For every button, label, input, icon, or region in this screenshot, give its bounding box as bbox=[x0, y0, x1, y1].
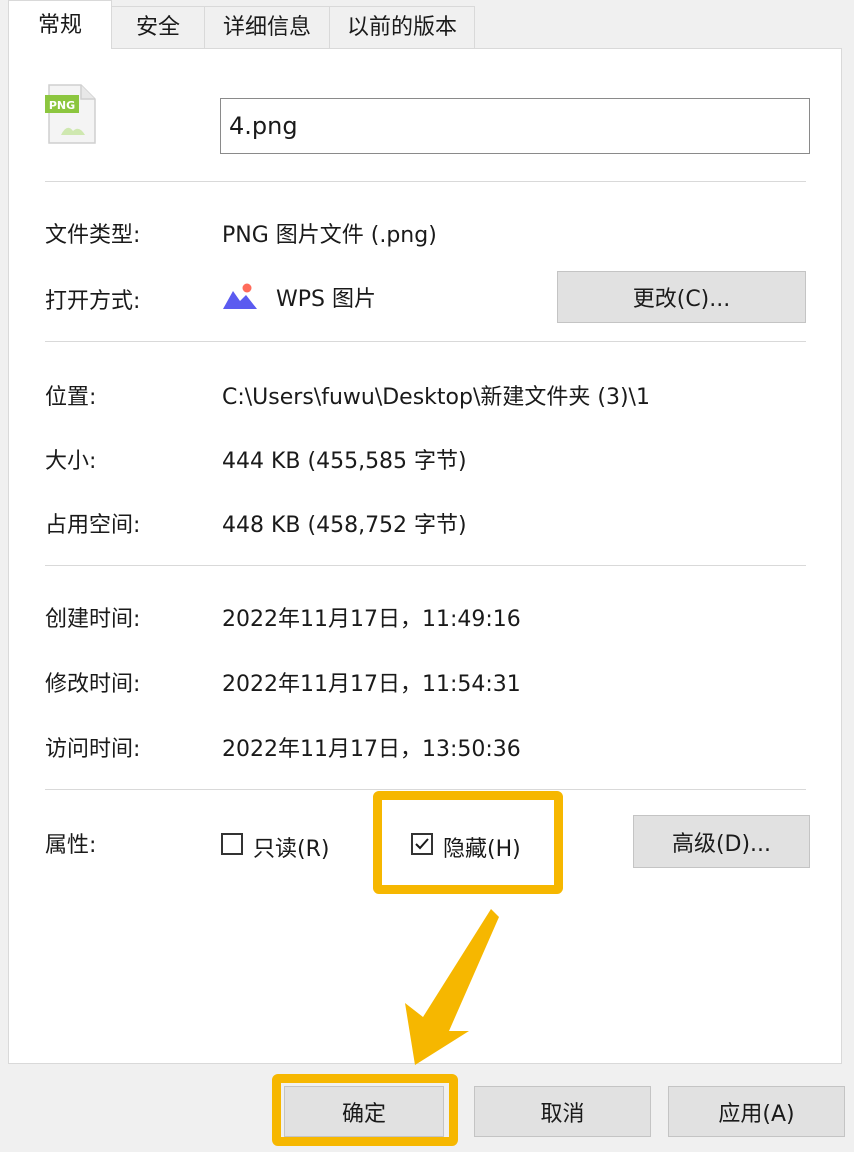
png-file-icon: PNG bbox=[43, 83, 99, 145]
tab-general[interactable]: 常规 bbox=[8, 0, 112, 49]
hidden-highlight-box bbox=[373, 791, 563, 894]
attributes-label: 属性: bbox=[45, 833, 97, 858]
readonly-label[interactable]: 只读(R) bbox=[253, 831, 329, 863]
separator bbox=[45, 181, 806, 182]
open-with-app: WPS 图片 bbox=[276, 287, 376, 312]
size-label: 大小: bbox=[45, 449, 97, 474]
separator bbox=[45, 565, 806, 566]
created-value: 2022年11月17日，11:49:16 bbox=[222, 607, 521, 632]
separator bbox=[45, 341, 806, 342]
cancel-button[interactable]: 取消 bbox=[474, 1086, 651, 1137]
location-value: C:\Users\fuwu\Desktop\新建文件夹 (3)\1 bbox=[222, 385, 650, 410]
modified-label: 修改时间: bbox=[45, 672, 141, 697]
ok-highlight-box bbox=[272, 1074, 458, 1146]
location-label: 位置: bbox=[45, 385, 97, 410]
general-panel: PNG 文件类型: PNG 图片文件 (.png) 打开方式: WPS 图片 更… bbox=[8, 48, 842, 1065]
size-on-disk-value: 448 KB (458,752 字节) bbox=[222, 513, 467, 538]
accessed-label: 访问时间: bbox=[45, 737, 141, 762]
file-type-label: 文件类型: bbox=[45, 223, 141, 248]
wps-picture-icon bbox=[222, 281, 258, 311]
tab-details[interactable]: 详细信息 bbox=[204, 6, 330, 48]
svg-text:PNG: PNG bbox=[49, 99, 75, 112]
tab-bar: 常规 安全 详细信息 以前的版本 bbox=[8, 0, 854, 49]
tab-previous-versions[interactable]: 以前的版本 bbox=[329, 6, 475, 48]
separator bbox=[45, 789, 806, 790]
open-with-label: 打开方式: bbox=[45, 289, 141, 314]
created-label: 创建时间: bbox=[45, 607, 141, 632]
modified-value: 2022年11月17日，11:54:31 bbox=[222, 672, 521, 697]
file-name-input[interactable] bbox=[220, 98, 810, 154]
advanced-button[interactable]: 高级(D)... bbox=[633, 815, 810, 868]
apply-button[interactable]: 应用(A) bbox=[668, 1086, 845, 1137]
readonly-checkbox[interactable] bbox=[221, 833, 243, 855]
accessed-value: 2022年11月17日，13:50:36 bbox=[222, 737, 521, 762]
size-on-disk-label: 占用空间: bbox=[45, 513, 141, 538]
change-app-button[interactable]: 更改(C)... bbox=[557, 271, 806, 323]
size-value: 444 KB (455,585 字节) bbox=[222, 449, 467, 474]
file-type-value: PNG 图片文件 (.png) bbox=[222, 223, 437, 248]
tab-security[interactable]: 安全 bbox=[111, 6, 205, 48]
arrow-annotation-icon bbox=[405, 909, 499, 1065]
